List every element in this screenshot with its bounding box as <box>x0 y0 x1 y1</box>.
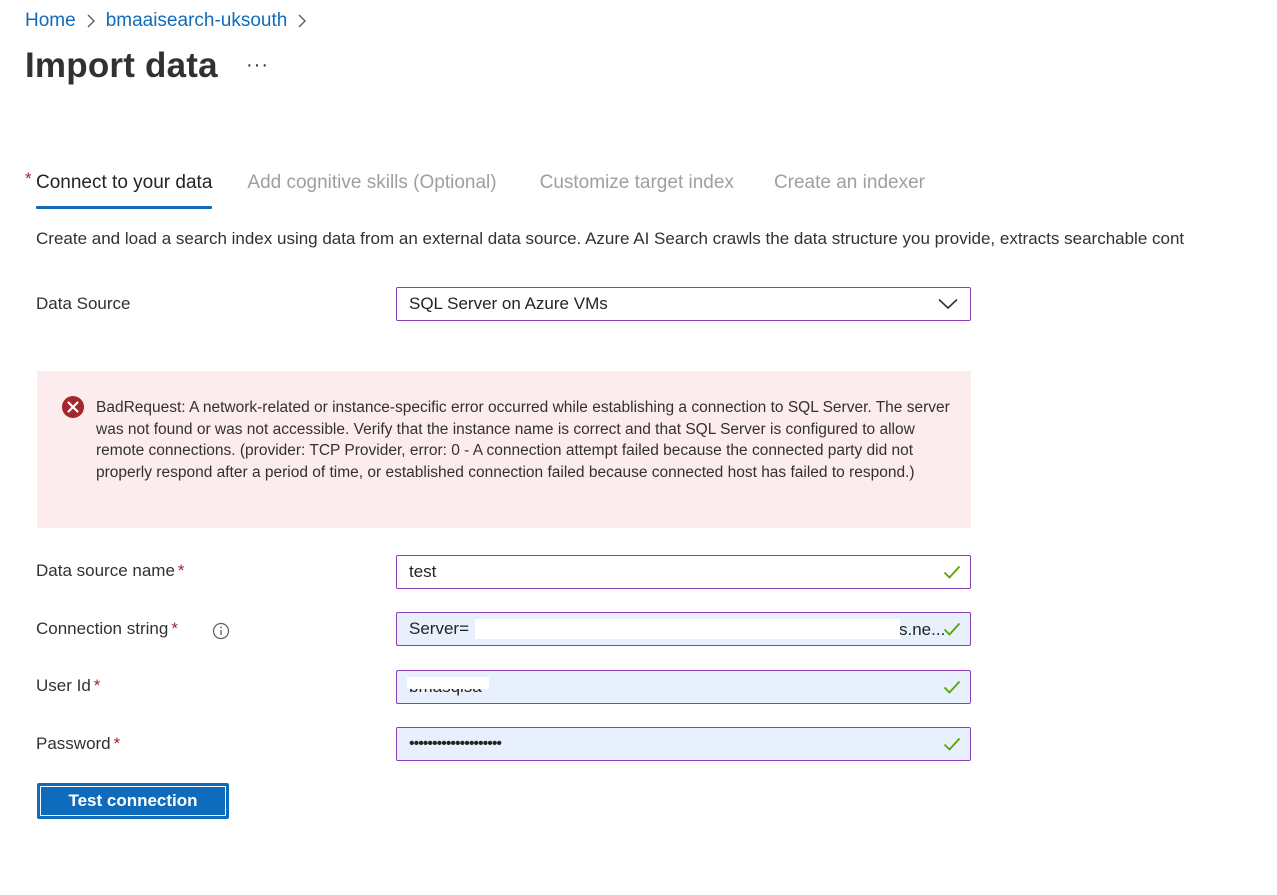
tab-label: Create an indexer <box>773 172 925 193</box>
chevron-down-icon <box>938 298 958 310</box>
error-message-bar: BadRequest: A network-related or instanc… <box>37 371 971 528</box>
active-tab-indicator <box>36 206 213 209</box>
data-source-name-value: test <box>409 562 437 581</box>
checkmark-icon <box>943 622 961 636</box>
data-source-selected-value: SQL Server on Azure VMs <box>409 294 608 313</box>
connection-string-input[interactable]: Server= s.ne... <box>396 612 971 646</box>
tab-customize-target-index[interactable]: Customize target index <box>540 172 734 208</box>
info-icon[interactable] <box>212 622 230 640</box>
redacted-area <box>407 677 489 689</box>
more-options-icon[interactable]: ··· <box>246 54 269 77</box>
data-source-name-input[interactable]: test <box>396 555 971 589</box>
checkmark-icon <box>943 565 961 579</box>
error-icon <box>62 396 84 418</box>
user-id-value: bmasqlsa <box>409 677 970 697</box>
password-value: •••••••••••••••••••• <box>409 735 502 752</box>
required-marker: * <box>171 619 178 638</box>
import-data-page: Home bmaaisearch-uksouth Import data ···… <box>0 0 1277 895</box>
tab-label: Add cognitive skills (Optional) <box>247 172 497 193</box>
chevron-right-icon <box>298 14 307 28</box>
description-text: Create and load a search index using dat… <box>36 229 1185 248</box>
tab-label: Connect to your data <box>36 172 213 193</box>
connection-string-value-end: s.ne... <box>899 620 946 639</box>
breadcrumb: Home bmaaisearch-uksouth <box>25 10 317 32</box>
data-source-dropdown[interactable]: SQL Server on Azure VMs <box>396 287 971 321</box>
tab-add-cognitive-skills[interactable]: Add cognitive skills (Optional) <box>247 172 496 208</box>
required-marker: * <box>93 676 101 695</box>
tab-create-an-indexer[interactable]: Create an indexer <box>774 172 925 208</box>
password-label: Password * <box>36 734 121 753</box>
chevron-right-icon <box>87 14 95 28</box>
required-marker: * <box>177 561 185 580</box>
error-message-text: BadRequest: A network-related or instanc… <box>96 399 950 481</box>
connection-string-label: Connection string * <box>36 619 178 638</box>
wizard-tabs: * Connect to your data Add cognitive ski… <box>25 169 925 210</box>
tab-connect-to-your-data[interactable]: * Connect to your data <box>25 169 213 209</box>
user-id-label: User Id * <box>36 676 101 695</box>
user-id-input[interactable]: bmasqlsa <box>396 670 971 704</box>
data-source-name-label: Data source name * <box>36 561 185 580</box>
required-marker: * <box>25 169 32 188</box>
checkmark-icon <box>943 737 961 751</box>
breadcrumb-home-link[interactable]: Home <box>25 10 76 32</box>
data-source-label: Data Source <box>36 294 131 313</box>
breadcrumb-resource-link[interactable]: bmaaisearch-uksouth <box>106 10 288 32</box>
test-connection-button[interactable]: Test connection <box>37 783 229 819</box>
required-marker: * <box>113 734 121 753</box>
page-title: Import data <box>25 46 218 85</box>
redacted-area <box>475 619 900 639</box>
checkmark-icon <box>943 680 961 694</box>
password-input[interactable]: •••••••••••••••••••• <box>396 727 971 761</box>
tab-label: Customize target index <box>539 172 734 193</box>
